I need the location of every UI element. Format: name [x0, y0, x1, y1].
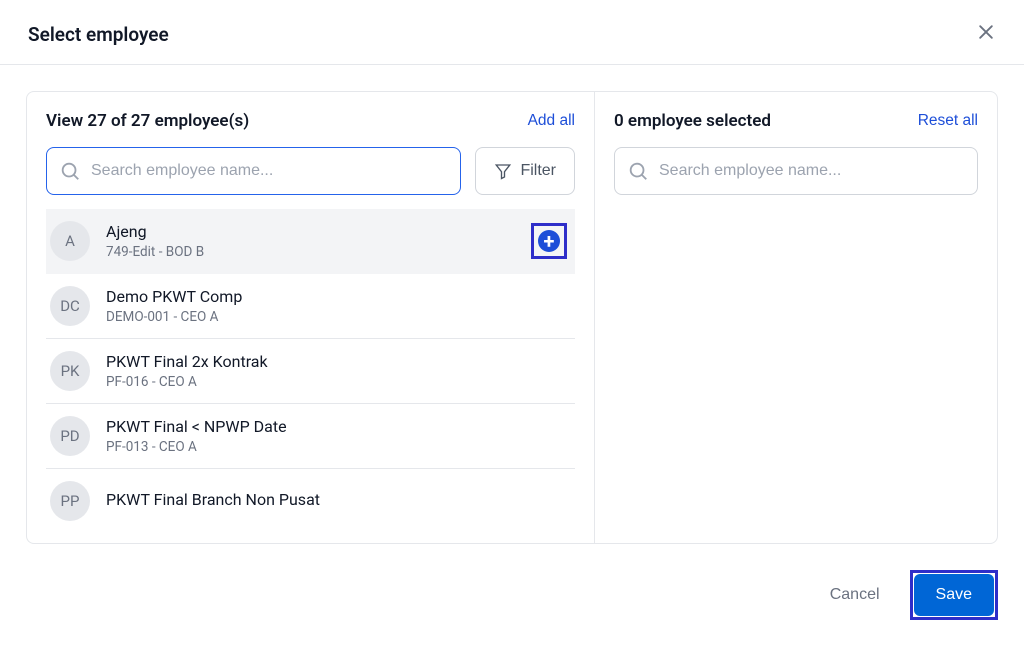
employee-detail: 749-Edit - BOD B: [106, 244, 531, 260]
left-panel-header: View 27 of 27 employee(s) Add all: [46, 111, 575, 131]
filter-button[interactable]: Filter: [475, 147, 575, 195]
left-list-wrap: AAjeng749-Edit - BOD B+DCDemo PKWT CompD…: [46, 209, 575, 543]
right-search-row: [614, 147, 978, 195]
employee-list[interactable]: AAjeng749-Edit - BOD B+DCDemo PKWT CompD…: [46, 209, 575, 539]
list-item-text: PKWT Final Branch Non Pusat: [106, 490, 571, 512]
right-panel-title: 0 employee selected: [614, 111, 771, 131]
save-button[interactable]: Save: [914, 574, 994, 616]
cancel-button[interactable]: Cancel: [816, 576, 894, 614]
employee-detail: DEMO-001 - CEO A: [106, 309, 571, 325]
employee-name: PKWT Final 2x Kontrak: [106, 352, 571, 371]
modal-header: Select employee: [0, 0, 1024, 65]
close-button[interactable]: [976, 22, 996, 46]
right-search-box[interactable]: [614, 147, 978, 195]
avatar: PP: [50, 481, 90, 521]
employee-name: PKWT Final Branch Non Pusat: [106, 490, 571, 509]
modal-title: Select employee: [28, 23, 169, 46]
right-panel-header: 0 employee selected Reset all: [614, 111, 978, 131]
close-icon: [976, 22, 996, 42]
left-search-input[interactable]: [91, 162, 448, 180]
search-icon: [627, 160, 649, 182]
right-search-input[interactable]: [659, 162, 965, 180]
search-icon: [59, 160, 81, 182]
left-search-box[interactable]: [46, 147, 461, 195]
add-all-button[interactable]: Add all: [528, 112, 575, 130]
add-employee-button[interactable]: +: [531, 223, 567, 259]
left-panel-title: View 27 of 27 employee(s): [46, 111, 249, 131]
employee-name: Ajeng: [106, 222, 531, 241]
selected-employees-panel: 0 employee selected Reset all: [594, 91, 998, 544]
avatar: PK: [50, 351, 90, 391]
filter-label: Filter: [520, 162, 556, 180]
panels-container: View 27 of 27 employee(s) Add all Filter…: [0, 65, 1024, 570]
employee-detail: PF-013 - CEO A: [106, 439, 571, 455]
left-search-row: Filter: [46, 147, 575, 195]
plus-circle-icon: +: [538, 230, 560, 252]
list-item[interactable]: PP PKWT Final Branch Non Pusat: [46, 469, 575, 533]
avatar: A: [50, 221, 90, 261]
list-item[interactable]: PK PKWT Final 2x Kontrak PF-016 - CEO A: [46, 339, 575, 404]
list-item-text: Demo PKWT Comp DEMO-001 - CEO A: [106, 287, 571, 325]
save-button-highlight: Save: [910, 570, 998, 620]
list-item[interactable]: DC Demo PKWT Comp DEMO-001 - CEO A: [46, 274, 575, 339]
avatar: DC: [50, 286, 90, 326]
employee-name: Demo PKWT Comp: [106, 287, 571, 306]
list-item[interactable]: PD PKWT Final < NPWP Date PF-013 - CEO A: [46, 404, 575, 469]
list-item-text: PKWT Final 2x Kontrak PF-016 - CEO A: [106, 352, 571, 390]
employee-name: PKWT Final < NPWP Date: [106, 417, 571, 436]
modal-footer: Cancel Save: [0, 570, 1024, 632]
filter-icon: [494, 162, 512, 180]
list-item-text: PKWT Final < NPWP Date PF-013 - CEO A: [106, 417, 571, 455]
list-item[interactable]: A Ajeng 749-Edit - BOD B +: [46, 209, 575, 274]
employee-detail: PF-016 - CEO A: [106, 374, 571, 390]
avatar: PD: [50, 416, 90, 456]
list-item-text: Ajeng 749-Edit - BOD B: [106, 222, 531, 260]
available-employees-panel: View 27 of 27 employee(s) Add all Filter…: [26, 91, 594, 544]
reset-all-button[interactable]: Reset all: [918, 112, 978, 130]
